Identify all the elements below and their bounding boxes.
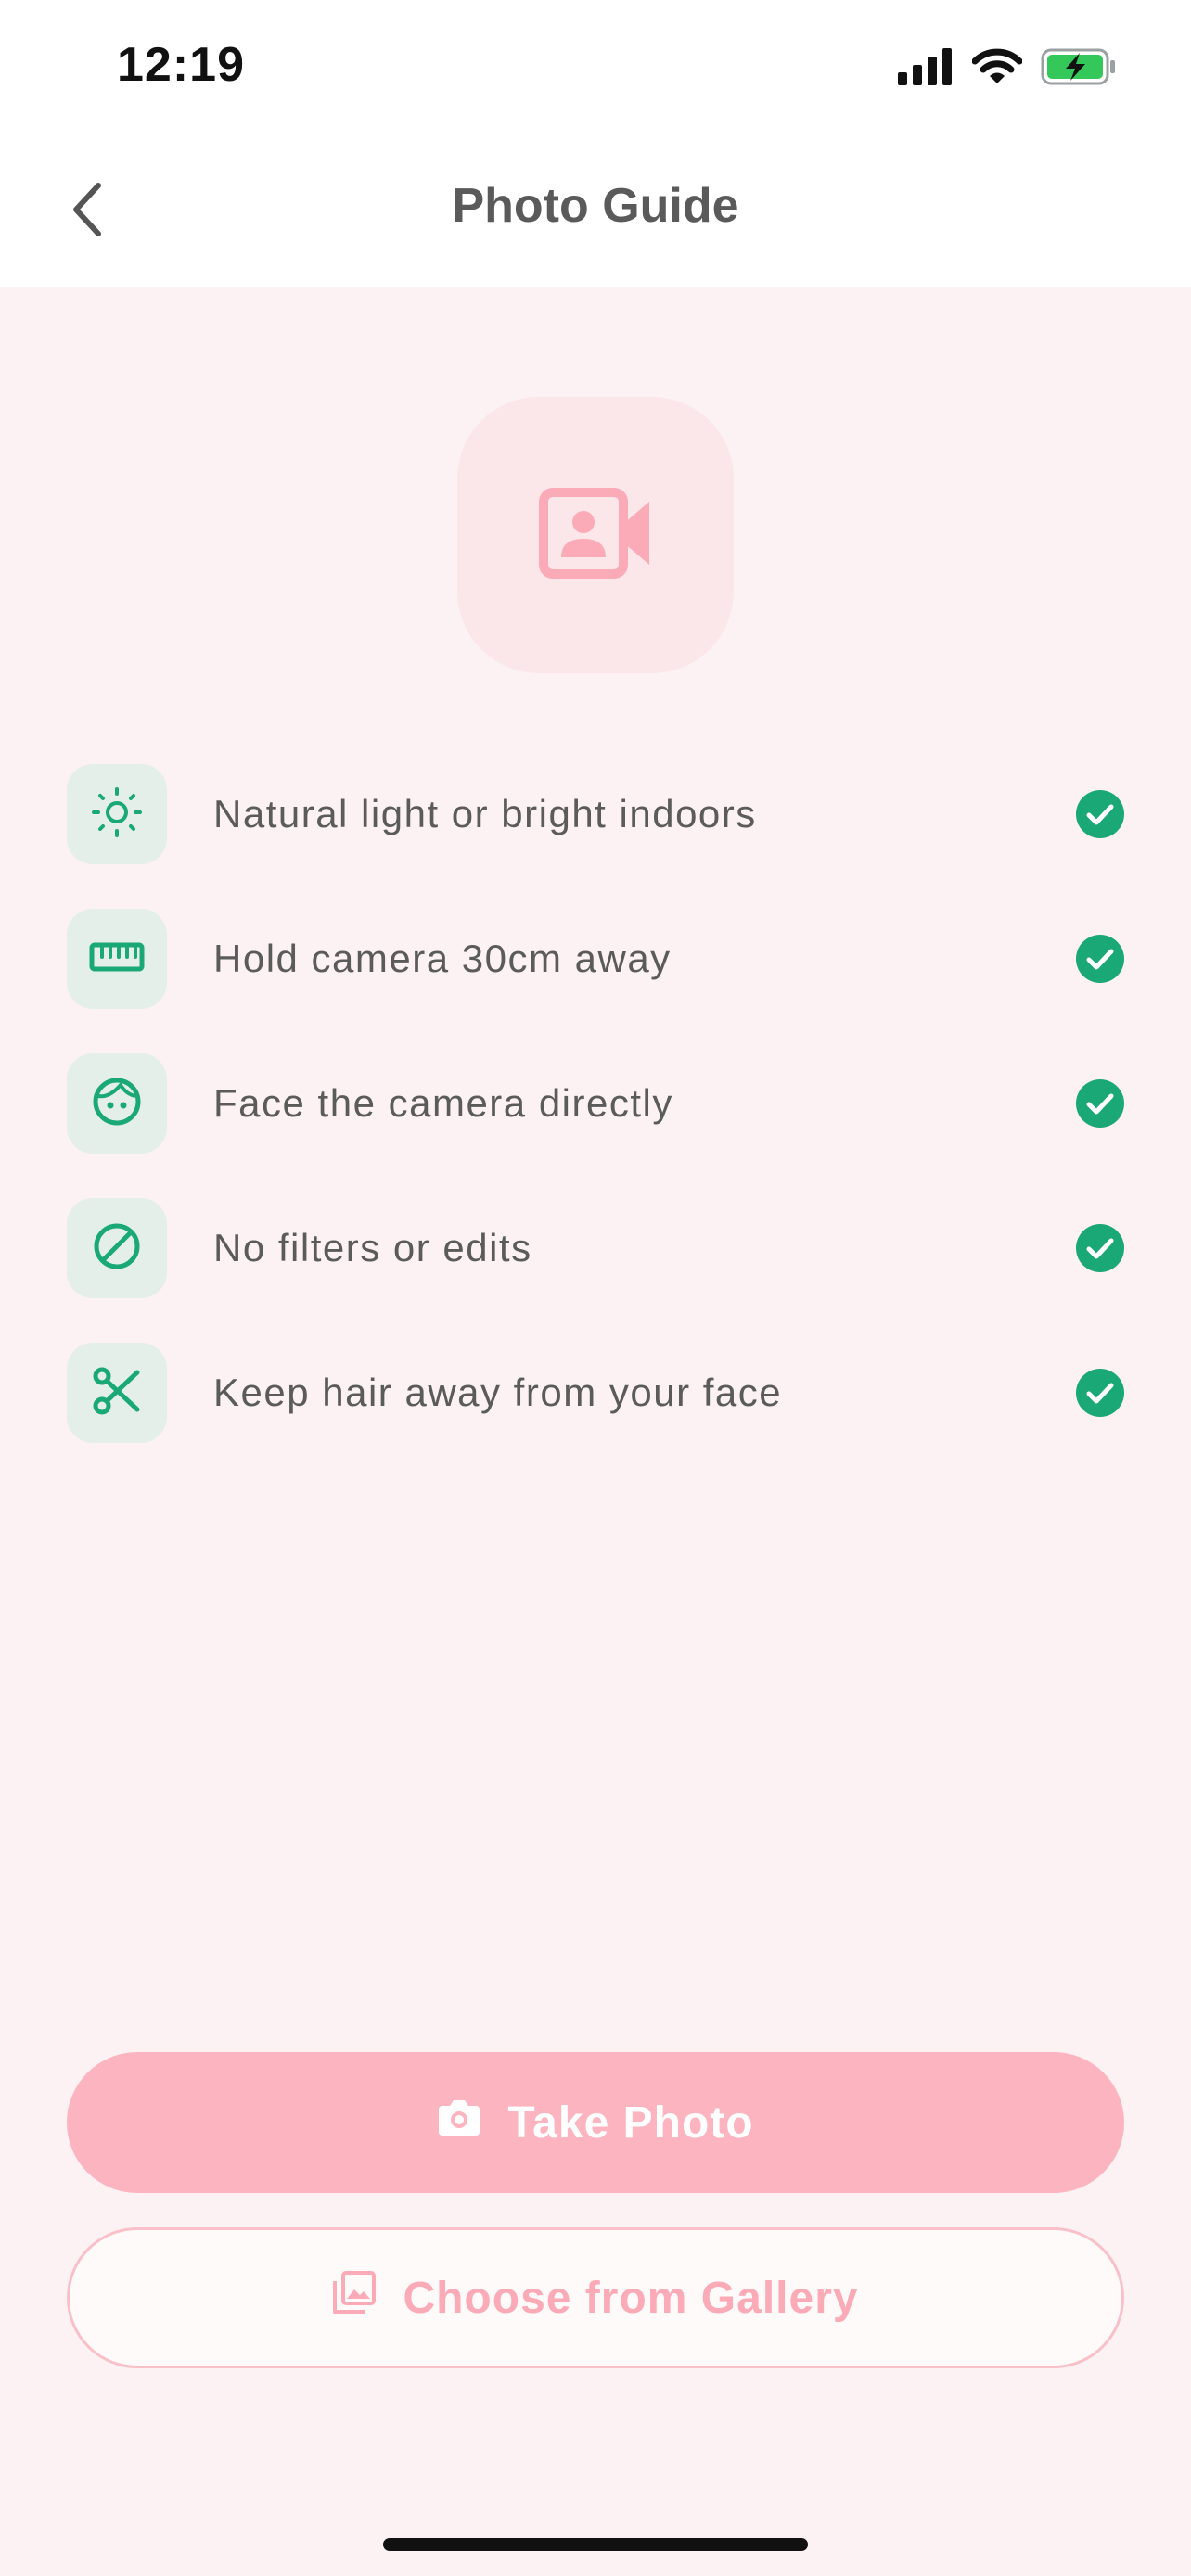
battery-charging-icon <box>1041 48 1117 90</box>
tip-label: Keep hair away from your face <box>213 1371 783 1414</box>
list-item: Face the camera directly <box>67 1053 1124 1154</box>
tip-icon-tile <box>67 1198 167 1298</box>
take-photo-button[interactable]: Take Photo <box>67 2052 1124 2193</box>
choose-from-gallery-button[interactable]: Choose from Gallery <box>67 2227 1124 2368</box>
check-circle-icon <box>1076 790 1124 838</box>
tip-icon-tile <box>67 909 167 1009</box>
tip-label: Face the camera directly <box>213 1081 673 1125</box>
home-indicator[interactable] <box>383 2538 808 2551</box>
check-circle-icon <box>1076 1369 1124 1417</box>
take-photo-label: Take Photo <box>507 2098 754 2148</box>
scissors-icon <box>91 1365 143 1422</box>
status-icons <box>898 46 1117 91</box>
list-item: Keep hair away from your face <box>67 1343 1124 1443</box>
hero-tile <box>457 397 734 673</box>
tip-icon-tile <box>67 764 167 864</box>
tip-label: No filters or edits <box>213 1226 532 1269</box>
wifi-icon <box>971 48 1023 90</box>
list-item: Hold camera 30cm away <box>67 909 1124 1009</box>
navigation-bar: Photo Guide <box>0 139 1191 287</box>
page-title: Photo Guide <box>452 179 739 233</box>
video-portrait-icon <box>538 487 653 584</box>
camera-icon <box>437 2098 481 2149</box>
list-item: No filters or edits <box>67 1198 1124 1298</box>
tip-label: Natural light or bright indoors <box>213 792 757 835</box>
sun-icon <box>91 786 143 843</box>
check-circle-icon <box>1076 1079 1124 1128</box>
choose-from-gallery-label: Choose from Gallery <box>403 2273 859 2323</box>
status-time: 12:19 <box>117 38 245 92</box>
tips-list: Natural light or bright indoors Hold cam… <box>67 764 1124 1487</box>
tip-label: Hold camera 30cm away <box>213 937 672 980</box>
status-bar: 12:19 <box>0 0 1191 139</box>
signal-icon <box>898 47 954 90</box>
tip-icon-tile <box>67 1343 167 1443</box>
face-icon <box>91 1076 143 1132</box>
no-filter-icon <box>91 1220 143 1277</box>
check-circle-icon <box>1076 935 1124 983</box>
ruler-icon <box>89 938 145 980</box>
gallery-icon <box>332 2270 377 2326</box>
list-item: Natural light or bright indoors <box>67 764 1124 864</box>
check-circle-icon <box>1076 1224 1124 1272</box>
tip-icon-tile <box>67 1053 167 1154</box>
